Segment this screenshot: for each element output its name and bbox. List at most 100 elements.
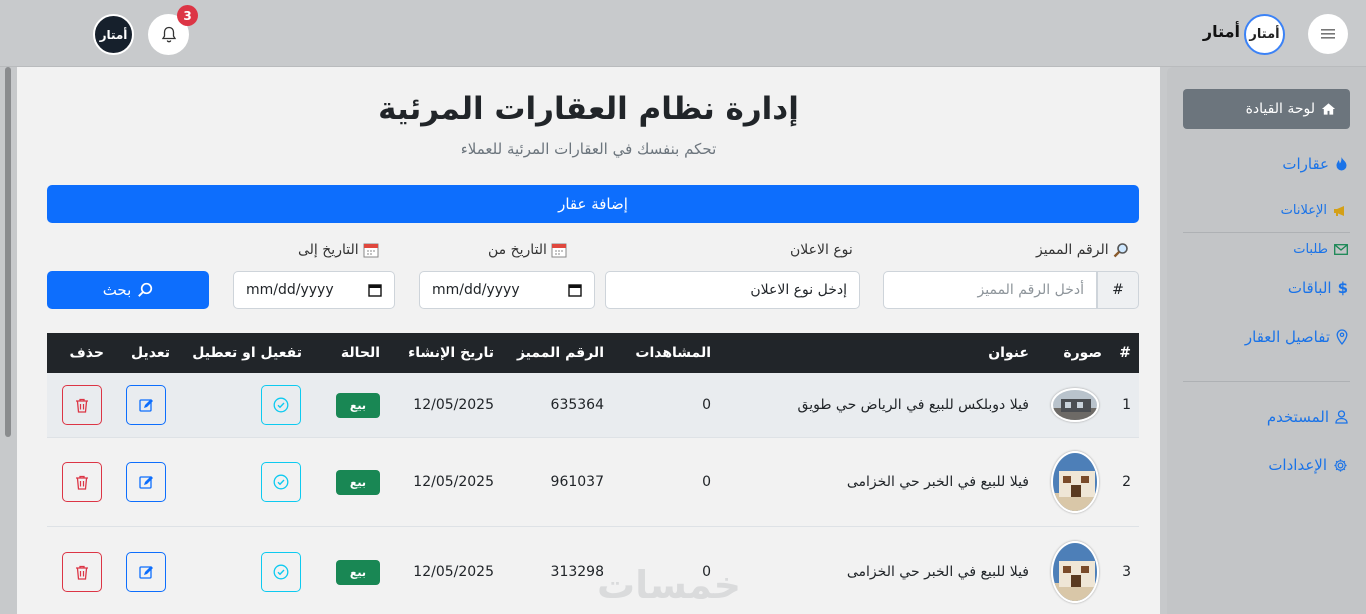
date-to-label: التاريخ إلى	[298, 242, 379, 258]
sidebar-item-packages[interactable]: $ الباقات	[1288, 279, 1348, 297]
sidebar-item-dashboard[interactable]: لوحة القيادة	[1183, 89, 1350, 129]
cell-title: فيلا للبيع في الخبر حي الخزامى	[846, 564, 1029, 580]
status-badge: بيع	[335, 469, 380, 495]
code-prefix: #	[1097, 271, 1139, 309]
sidebar-item-label: عقارات	[1282, 155, 1329, 173]
sidebar-item-user[interactable]: المستخدم	[1267, 408, 1348, 426]
toggle-active-button[interactable]	[261, 385, 301, 425]
cell-index: 1	[1122, 397, 1131, 413]
cell-code: 313298	[550, 564, 604, 580]
cell-toggle	[261, 438, 301, 526]
trash-icon	[76, 398, 88, 413]
page-title: إدارة نظام العقارات المرئية	[378, 91, 799, 127]
add-property-button[interactable]: إضافة عقار	[47, 185, 1139, 223]
cell-views: 0	[702, 474, 711, 490]
col-views: المشاهدات	[635, 345, 711, 361]
edit-button[interactable]	[126, 385, 166, 425]
col-edit: تعديل	[131, 345, 170, 361]
cell-toggle	[261, 527, 301, 614]
cell-status: بيع	[335, 527, 380, 614]
cell-delete	[62, 527, 102, 614]
sidebar-item-label: المستخدم	[1266, 408, 1329, 426]
sidebar-item-label: الإعلانات	[1280, 203, 1327, 218]
property-thumbnail[interactable]	[1051, 451, 1099, 513]
col-status: الحالة	[340, 345, 380, 361]
home-icon	[1321, 103, 1336, 115]
col-index: #	[1119, 345, 1131, 361]
code-input[interactable]: أدخل الرقم المميز	[883, 271, 1097, 309]
toggle-active-button[interactable]	[261, 552, 301, 592]
cell-title: فيلا للبيع في الخبر حي الخزامى	[846, 474, 1029, 490]
status-badge: بيع	[335, 559, 380, 585]
table-header: # صورة عنوان المشاهدات الرقم المميز تاري…	[47, 333, 1139, 373]
delete-button[interactable]	[62, 552, 102, 592]
search-icon	[138, 282, 153, 297]
date-from-input[interactable]: mm/dd/yyyy	[419, 271, 595, 309]
menu-toggle-button[interactable]	[1308, 14, 1348, 54]
user-icon	[1335, 410, 1348, 424]
ad-type-filter-label: نوع الاعلان	[790, 242, 853, 258]
property-thumbnail[interactable]	[1051, 388, 1099, 422]
sidebar-item-property-details[interactable]: تفاصيل العقار	[1245, 328, 1348, 346]
sidebar-item-requests[interactable]: طلبات	[1293, 242, 1348, 257]
col-code: الرقم المميز	[516, 345, 604, 361]
main-scrollbar-thumb[interactable]	[5, 67, 11, 437]
brand-name: أمتار	[1202, 22, 1240, 41]
date-to-input[interactable]: mm/dd/yyyy	[233, 271, 395, 309]
search-button[interactable]: بحث	[47, 271, 209, 309]
table-row: 2 فيلا للبيع في الخبر حي الخزامى 0 96103…	[47, 438, 1139, 527]
trash-icon	[76, 475, 88, 490]
trash-icon	[76, 565, 88, 580]
map-pin-icon	[1336, 329, 1348, 345]
cell-code: 961037	[550, 474, 604, 490]
sidebar-item-ads[interactable]: الإعلانات	[1281, 203, 1348, 218]
cell-title: فيلا دوبلكس للبيع في الرياض حي طويق	[797, 397, 1029, 413]
cell-image[interactable]	[1051, 527, 1099, 614]
cell-created: 12/05/2025	[413, 474, 494, 490]
date-from-label: التاريخ من	[488, 242, 567, 258]
cell-index: 2	[1122, 474, 1131, 490]
edit-button[interactable]	[126, 462, 166, 502]
sidebar-divider	[1183, 232, 1350, 233]
calendar-picker-icon[interactable]	[368, 283, 382, 297]
edit-button[interactable]	[126, 552, 166, 592]
property-photo-icon	[1053, 543, 1097, 601]
col-delete: حذف	[69, 345, 104, 361]
notification-count-badge: 3	[177, 5, 198, 26]
cell-views: 0	[702, 397, 711, 413]
page-subtitle: تحكم بنفسك في العقارات المرئية للعملاء	[460, 140, 717, 158]
sidebar-item-settings[interactable]: الإعدادات	[1268, 456, 1348, 474]
sidebar-divider	[1183, 381, 1350, 382]
delete-button[interactable]	[62, 385, 102, 425]
properties-table: # صورة عنوان المشاهدات الرقم المميز تاري…	[47, 333, 1139, 614]
calendar-icon	[551, 243, 567, 258]
cell-created: 12/05/2025	[413, 564, 494, 580]
watermark: خمسات	[597, 563, 741, 607]
col-toggle: تفعيل او تعطيل	[192, 345, 302, 361]
edit-icon	[138, 398, 153, 412]
cell-status: بيع	[335, 373, 380, 437]
calendar-picker-icon[interactable]	[568, 283, 582, 297]
cell-created: 12/05/2025	[413, 397, 494, 413]
cell-image[interactable]	[1051, 373, 1099, 437]
sidebar-item-label: تفاصيل العقار	[1244, 328, 1330, 346]
cell-image[interactable]	[1051, 438, 1099, 526]
cell-code: 635364	[550, 397, 604, 413]
code-filter-label: الرقم المميز	[1036, 242, 1129, 258]
sidebar-item-properties[interactable]: عقارات	[1282, 155, 1348, 173]
delete-button[interactable]	[62, 462, 102, 502]
cell-delete	[62, 373, 102, 437]
property-photo-icon	[1053, 453, 1097, 511]
brand-logo[interactable]: أمتار	[1244, 14, 1285, 55]
sidebar-item-label: لوحة القيادة	[1245, 101, 1315, 117]
toggle-active-button[interactable]	[261, 462, 301, 502]
user-avatar[interactable]: أمتار	[93, 14, 134, 55]
ad-type-input[interactable]: إدخل نوع الاعلان	[605, 271, 860, 309]
check-circle-icon	[273, 397, 289, 413]
top-navbar: أمتار أمتار 3 أمتار	[0, 0, 1366, 67]
cell-edit	[126, 373, 166, 437]
cell-toggle	[261, 373, 301, 437]
property-thumbnail[interactable]	[1051, 541, 1099, 603]
sidebar: لوحة القيادة عقارات الإعلانات طلبات $ ال…	[1167, 67, 1366, 614]
bell-icon	[161, 26, 176, 42]
